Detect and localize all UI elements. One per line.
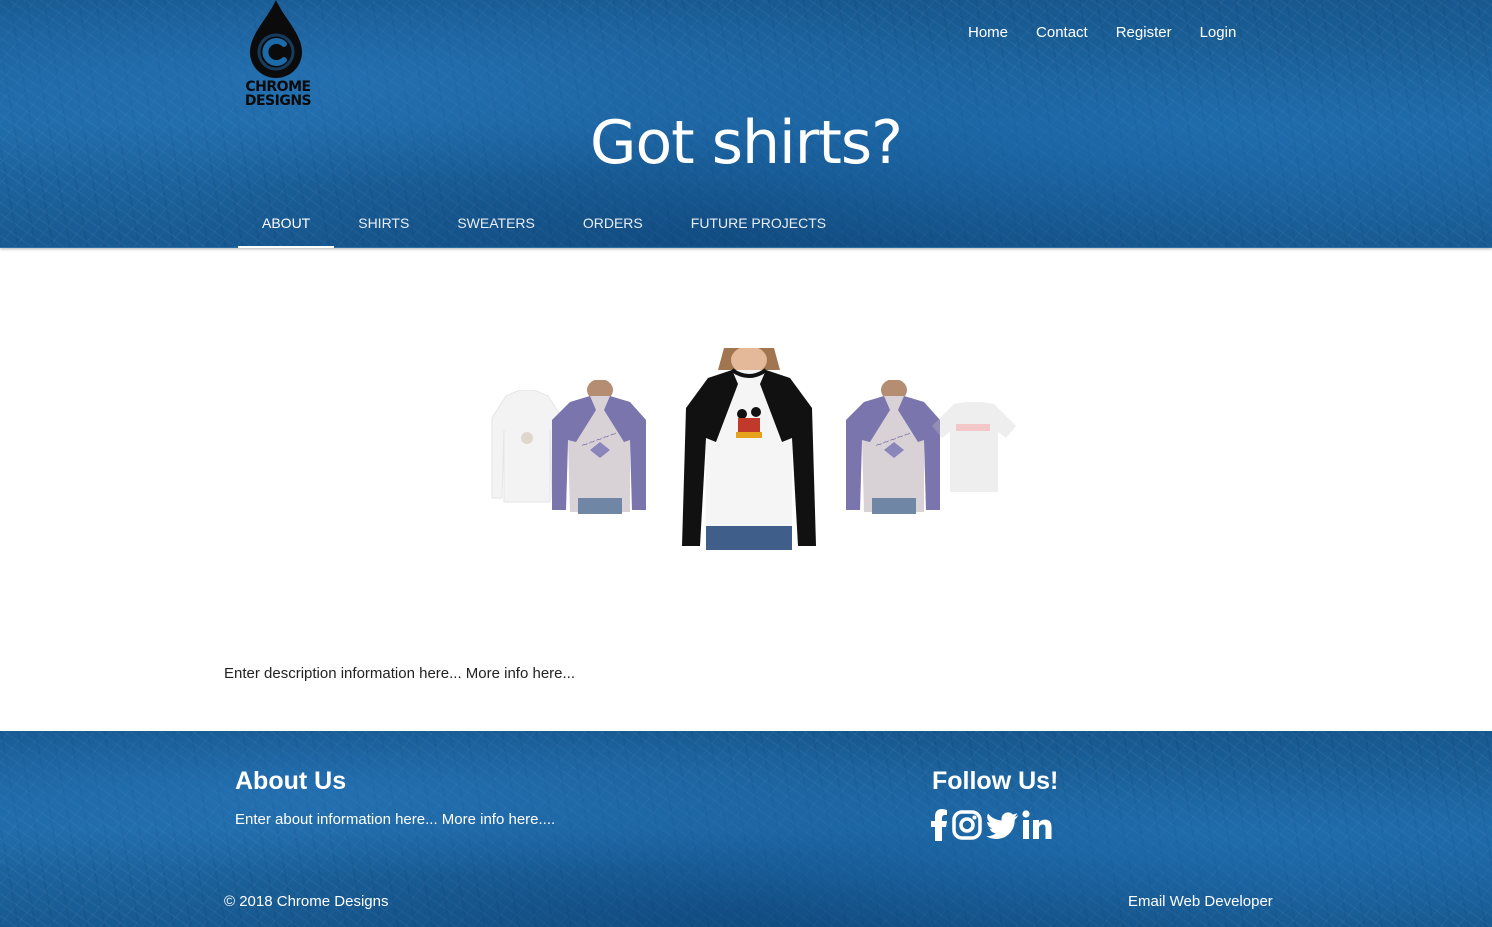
facebook-icon[interactable] bbox=[930, 809, 948, 845]
nav-contact-link[interactable]: Contact bbox=[1022, 22, 1102, 43]
tab-future-projects[interactable]: FUTURE PROJECTS bbox=[667, 206, 850, 248]
nav-login-link[interactable]: Login bbox=[1186, 22, 1251, 43]
footer-about-title: About Us bbox=[235, 767, 347, 795]
nav-register-link[interactable]: Register bbox=[1102, 22, 1186, 43]
water-drop-logo-icon bbox=[250, 0, 302, 78]
tab-shirts[interactable]: SHIRTS bbox=[334, 206, 433, 248]
copyright-text: © 2018 Chrome Designs bbox=[224, 893, 389, 910]
purple-raglan-shirt-image: ~~~~~ bbox=[552, 379, 646, 514]
instagram-icon[interactable] bbox=[952, 810, 982, 844]
purple-raglan-shirt-image: ~~~~~ bbox=[846, 379, 940, 514]
footer-about-text: Enter about information here... More inf… bbox=[235, 811, 556, 828]
site-header: CHROME DESIGNS Home Contact Register Log… bbox=[0, 0, 1492, 248]
about-description: Enter description information here... Mo… bbox=[224, 665, 576, 682]
tab-orders[interactable]: ORDERS bbox=[559, 206, 667, 248]
linkedin-icon[interactable] bbox=[1022, 810, 1052, 844]
carousel-slide-black-raglan-center[interactable] bbox=[680, 346, 818, 550]
category-tabs: ABOUT SHIRTS SWEATERS ORDERS FUTURE PROJ… bbox=[238, 206, 850, 248]
black-raglan-mickey-shirt-image bbox=[680, 346, 818, 550]
tab-sweaters[interactable]: SWEATERS bbox=[433, 206, 559, 248]
twitter-icon[interactable] bbox=[986, 811, 1019, 843]
email-web-developer-link[interactable]: Email Web Developer bbox=[1128, 893, 1273, 910]
product-carousel[interactable]: ~~~~~ ~~~~~ bbox=[484, 346, 1024, 550]
social-links bbox=[930, 809, 1052, 845]
carousel-slide-white-tshirt[interactable] bbox=[930, 402, 1018, 494]
logo-text-line2: DESIGNS bbox=[244, 93, 312, 109]
carousel-slide-purple-raglan-right[interactable]: ~~~~~ bbox=[844, 379, 942, 516]
white-tshirt-image bbox=[932, 402, 1016, 492]
logo-wordmark: CHROME DESIGNS bbox=[238, 80, 318, 108]
top-nav: Home Contact Register Login bbox=[954, 22, 1250, 43]
logo-text-line1: CHROME bbox=[245, 79, 311, 95]
site-footer: About Us Enter about information here...… bbox=[0, 731, 1492, 927]
nav-home-link[interactable]: Home bbox=[954, 22, 1022, 43]
footer-follow-title: Follow Us! bbox=[932, 767, 1059, 795]
tab-about[interactable]: ABOUT bbox=[238, 206, 335, 248]
carousel-slide-purple-raglan-left[interactable]: ~~~~~ bbox=[550, 379, 648, 516]
chrome-designs-logo[interactable]: CHROME DESIGNS bbox=[232, 0, 322, 112]
hero-title: Got shirts? bbox=[589, 108, 903, 178]
